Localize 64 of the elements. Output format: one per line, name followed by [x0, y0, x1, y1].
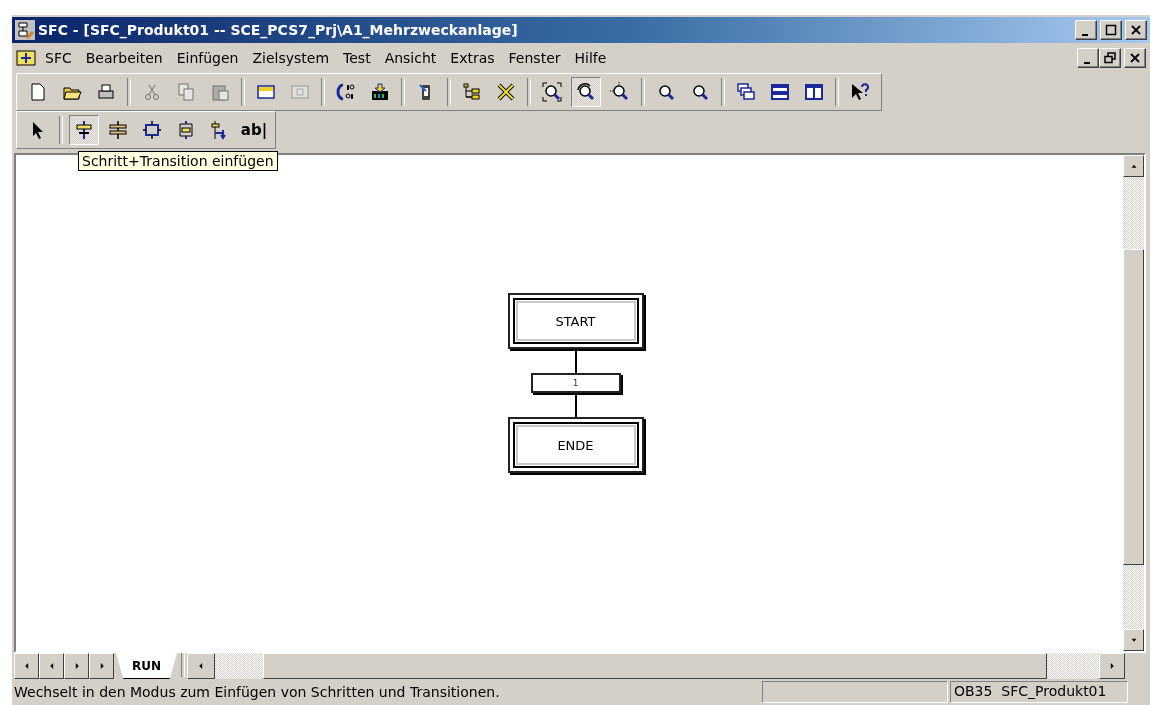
transition-box: 1	[530, 373, 621, 393]
close-icon	[1129, 52, 1141, 64]
tab-nav-button[interactable]	[64, 653, 89, 679]
close-button[interactable]	[1125, 20, 1147, 40]
window-icon	[290, 82, 310, 102]
menu-item[interactable]: SFC	[38, 48, 79, 68]
scroll-left-button[interactable]	[187, 653, 216, 679]
tile-vertical-icon	[804, 82, 824, 102]
status-panel: OB35 SFC_Produkt01	[950, 681, 1128, 703]
text-tool-button[interactable]: ab|	[239, 115, 269, 145]
menu-item[interactable]: Test	[336, 48, 378, 68]
zoom-icon	[576, 82, 596, 102]
scroll-up-button[interactable]	[1123, 155, 1144, 177]
toolbar-button[interactable]	[69, 115, 99, 145]
maximize-button[interactable]	[1100, 20, 1122, 40]
step-box: START	[507, 293, 644, 349]
maximize-icon	[1105, 24, 1117, 36]
window-icon	[256, 82, 276, 102]
menu-item[interactable]: Extras	[443, 48, 502, 68]
menu-item[interactable]: Zielsystem	[245, 48, 337, 68]
scroll-right-button[interactable]	[1099, 653, 1125, 679]
vertical-scrollbar[interactable]	[1123, 155, 1144, 651]
minimize-button[interactable]	[1077, 48, 1099, 68]
menu-item[interactable]: Einfügen	[169, 48, 246, 68]
menu-item[interactable]: Bearbeiten	[78, 48, 170, 68]
tab-nav-button[interactable]	[39, 653, 64, 679]
tree-icon	[462, 82, 482, 102]
binary-icon	[336, 82, 356, 102]
zoom-out-icon	[690, 82, 710, 102]
zoom-in-icon	[656, 82, 676, 102]
minimize-icon	[1081, 33, 1088, 36]
tab-nav-button[interactable]	[89, 653, 114, 679]
app-icon	[15, 20, 35, 40]
minimize-icon	[1083, 61, 1090, 64]
scroll-down-button[interactable]	[1123, 629, 1144, 651]
menu-item[interactable]: Ansicht	[377, 48, 444, 68]
minimize-button[interactable]	[1075, 20, 1097, 40]
tile-horizontal-icon	[770, 82, 790, 102]
horizontal-scrollbar[interactable]	[187, 653, 1125, 679]
zoom-icon	[610, 82, 630, 102]
menu-item[interactable]: Fenster	[501, 48, 568, 68]
copy-icon	[176, 82, 196, 102]
toolbar-button[interactable]	[571, 77, 601, 107]
status-message: Wechselt in den Modus zum Einfügen von Schritten und Transitionen.	[14, 684, 501, 700]
scissors-icon	[142, 82, 162, 102]
restore-button[interactable]	[1099, 48, 1121, 68]
download-icon	[370, 82, 390, 102]
zoom-fit-icon	[542, 82, 562, 102]
close-button[interactable]	[1124, 48, 1146, 68]
restore-icon	[1104, 52, 1116, 64]
sheet-tab[interactable]: RUN	[116, 653, 178, 679]
cascade-icon	[736, 82, 756, 102]
window-title: SFC - [SFC_Produkt01 -- SCE_PCS7_Prj\A1_Mehrzweckanlage]	[38, 22, 519, 38]
step-transition-icon	[108, 120, 128, 140]
help-cursor-icon	[850, 82, 870, 102]
tab-nav-button[interactable]	[14, 653, 39, 679]
step-box: ENDE	[507, 417, 644, 473]
clipboard-icon	[210, 82, 230, 102]
tooltip: Schritt+Transition einfügen	[78, 151, 278, 171]
printer-icon	[96, 82, 116, 102]
menu-item[interactable]: Hilfe	[567, 48, 614, 68]
step-transition-icon	[74, 120, 94, 140]
cross-icon	[496, 82, 516, 102]
close-icon	[1130, 24, 1142, 36]
